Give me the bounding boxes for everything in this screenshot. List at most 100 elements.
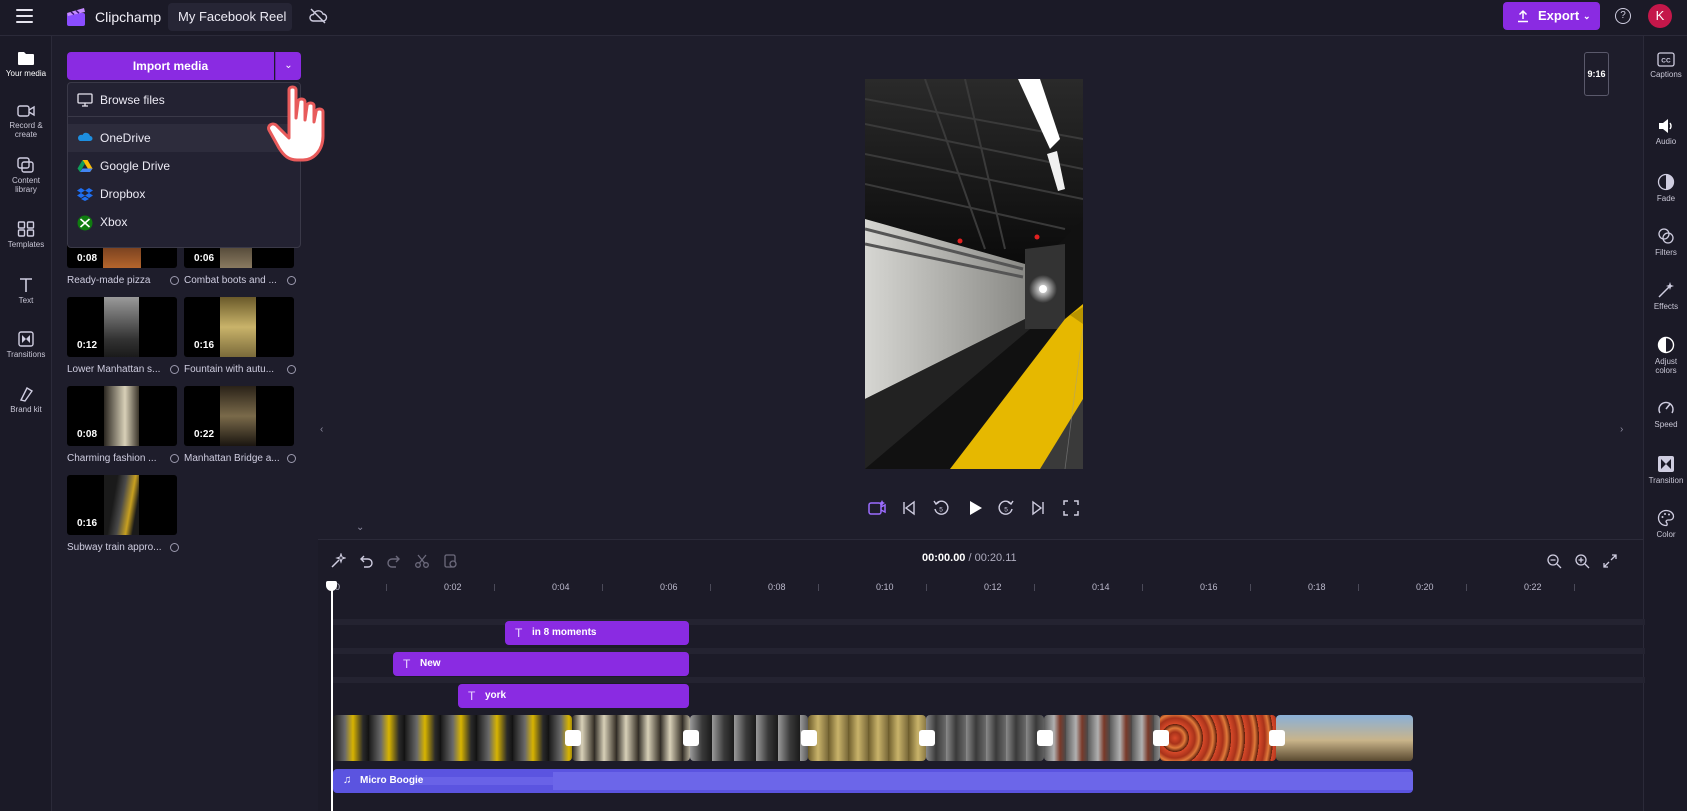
menu-item-label: OneDrive	[100, 131, 151, 145]
undo-icon[interactable]	[358, 553, 374, 569]
transitions-icon	[18, 331, 34, 347]
ruler-label: 0:14	[1092, 582, 1110, 592]
nav-label: Brand kit	[10, 405, 42, 414]
transition-marker-icon[interactable]	[683, 730, 699, 746]
chevron-down-icon: ⌄	[284, 60, 293, 71]
audio-clip[interactable]: ♫ Micro Boogie	[333, 769, 1413, 793]
clip-duration: 0:08	[77, 253, 98, 264]
hamburger-menu-icon[interactable]	[16, 9, 33, 23]
adjust-colors-icon	[1657, 336, 1675, 354]
nav-brand-kit[interactable]: Brand kit	[0, 386, 52, 414]
transition-marker-icon[interactable]	[919, 730, 935, 746]
text-icon	[20, 278, 32, 292]
video-preview[interactable]	[865, 79, 1083, 469]
nav-your-media[interactable]: Your media	[0, 50, 52, 78]
monitor-icon	[77, 93, 93, 107]
nav-templates[interactable]: Templates	[0, 221, 52, 249]
menu-item-xbox[interactable]: Xbox	[68, 208, 300, 236]
panel-label: Audio	[1655, 137, 1677, 146]
clip-duration: 0:12	[77, 340, 98, 351]
transition-marker-icon[interactable]	[1037, 730, 1053, 746]
ruler-tick	[1466, 584, 1467, 591]
transition-marker-icon[interactable]	[1269, 730, 1285, 746]
media-thumbnail[interactable]: 0:08	[67, 386, 177, 446]
skip-to-start-icon[interactable]	[900, 499, 918, 517]
dropbox-icon	[77, 188, 93, 201]
video-clip-street[interactable]	[1044, 715, 1160, 761]
ruler-label: 0:20	[1416, 582, 1434, 592]
panel-effects[interactable]: Effects	[1644, 281, 1687, 311]
avatar[interactable]: K	[1648, 4, 1672, 28]
media-thumbnail[interactable]: 0:22	[184, 386, 294, 446]
media-thumbnail[interactable]: 0:16	[67, 475, 177, 535]
panel-audio[interactable]: Audio	[1644, 118, 1687, 146]
transition-marker-icon[interactable]	[801, 730, 817, 746]
nav-record-create[interactable]: Record & create	[0, 104, 52, 139]
ruler-label: 0:22	[1524, 582, 1542, 592]
panel-color[interactable]: Color	[1644, 509, 1687, 539]
fullscreen-icon[interactable]	[1062, 499, 1080, 517]
nav-label: Content	[11, 176, 41, 185]
magic-wand-icon[interactable]	[330, 553, 346, 569]
project-title-input[interactable]: My Facebook Reel	[168, 3, 292, 31]
playhead[interactable]	[331, 583, 333, 811]
transition-marker-icon[interactable]	[1153, 730, 1169, 746]
text-clip[interactable]: T New	[393, 652, 689, 676]
menu-item-label: Browse files	[100, 93, 165, 107]
redo-icon[interactable]	[386, 553, 402, 569]
zoom-out-icon[interactable]	[1546, 553, 1562, 569]
menu-item-label: Google Drive	[100, 159, 171, 173]
magic-camera-icon[interactable]	[868, 499, 886, 517]
export-button[interactable]: Export ⌄	[1503, 2, 1600, 30]
color-palette-icon	[1657, 509, 1675, 527]
transition-marker-icon[interactable]	[565, 730, 581, 746]
nav-label-line2: library	[15, 185, 37, 194]
left-nav: Your media Record & create Content libra…	[0, 36, 52, 811]
clip-caption: Combat boots and ...	[184, 275, 277, 286]
fit-timeline-icon[interactable]	[1602, 553, 1618, 569]
collapse-preview-icon[interactable]: ⌄	[356, 522, 364, 533]
nav-content-library[interactable]: Content library	[0, 157, 52, 194]
ruler-tick	[1034, 584, 1035, 591]
panel-speed[interactable]: Speed	[1644, 399, 1687, 429]
delete-icon[interactable]	[442, 553, 458, 569]
scissors-icon[interactable]	[414, 553, 430, 569]
text-clip-label: york	[485, 690, 507, 701]
collapse-right-panel-icon[interactable]: ›	[1620, 424, 1623, 435]
video-clip-pizza[interactable]	[1160, 715, 1276, 761]
video-clip-boots[interactable]	[926, 715, 1044, 761]
video-clip-subway[interactable]	[333, 715, 572, 761]
nav-text[interactable]: Text	[0, 277, 52, 305]
play-icon[interactable]	[965, 498, 985, 518]
text-clip[interactable]: T york	[458, 684, 689, 708]
panel-fade[interactable]: Fade	[1644, 173, 1687, 203]
panel-transition[interactable]: Transition	[1644, 455, 1687, 485]
cloud-sync-off-icon[interactable]	[308, 7, 328, 25]
panel-label: Color	[1656, 530, 1676, 539]
nav-transitions[interactable]: Transitions	[0, 331, 52, 359]
video-clip-fountain[interactable]	[808, 715, 926, 761]
panel-filters[interactable]: Filters	[1644, 227, 1687, 257]
svg-text:5: 5	[939, 507, 943, 514]
panel-captions[interactable]: CC Captions	[1644, 52, 1687, 79]
ruler-tick	[1574, 584, 1575, 591]
video-clip-manhattan[interactable]	[690, 715, 808, 761]
ruler-tick	[1142, 584, 1143, 591]
video-clip-bridge[interactable]	[1276, 715, 1413, 761]
help-icon[interactable]: ?	[1615, 8, 1631, 24]
import-media-button[interactable]: Import media	[67, 52, 274, 80]
rewind-5-seconds-icon[interactable]: 5	[932, 499, 950, 517]
skip-to-end-icon[interactable]	[1029, 499, 1047, 517]
collapse-left-panel-icon[interactable]: ‹	[320, 424, 323, 435]
menu-item-dropbox[interactable]: Dropbox	[68, 180, 300, 208]
import-options-button[interactable]: ⌄	[275, 52, 301, 80]
panel-adjust-colors[interactable]: Adjust colors	[1644, 336, 1687, 375]
zoom-in-icon[interactable]	[1574, 553, 1590, 569]
aspect-ratio-button[interactable]: 9:16	[1584, 52, 1609, 96]
video-clip-fashion[interactable]	[572, 715, 690, 761]
text-clip[interactable]: T in 8 moments	[505, 621, 689, 645]
media-thumbnail[interactable]: 0:16	[184, 297, 294, 357]
media-thumbnail[interactable]: 0:12	[67, 297, 177, 357]
forward-5-seconds-icon[interactable]: 5	[997, 499, 1015, 517]
captions-icon: CC	[1657, 52, 1675, 67]
